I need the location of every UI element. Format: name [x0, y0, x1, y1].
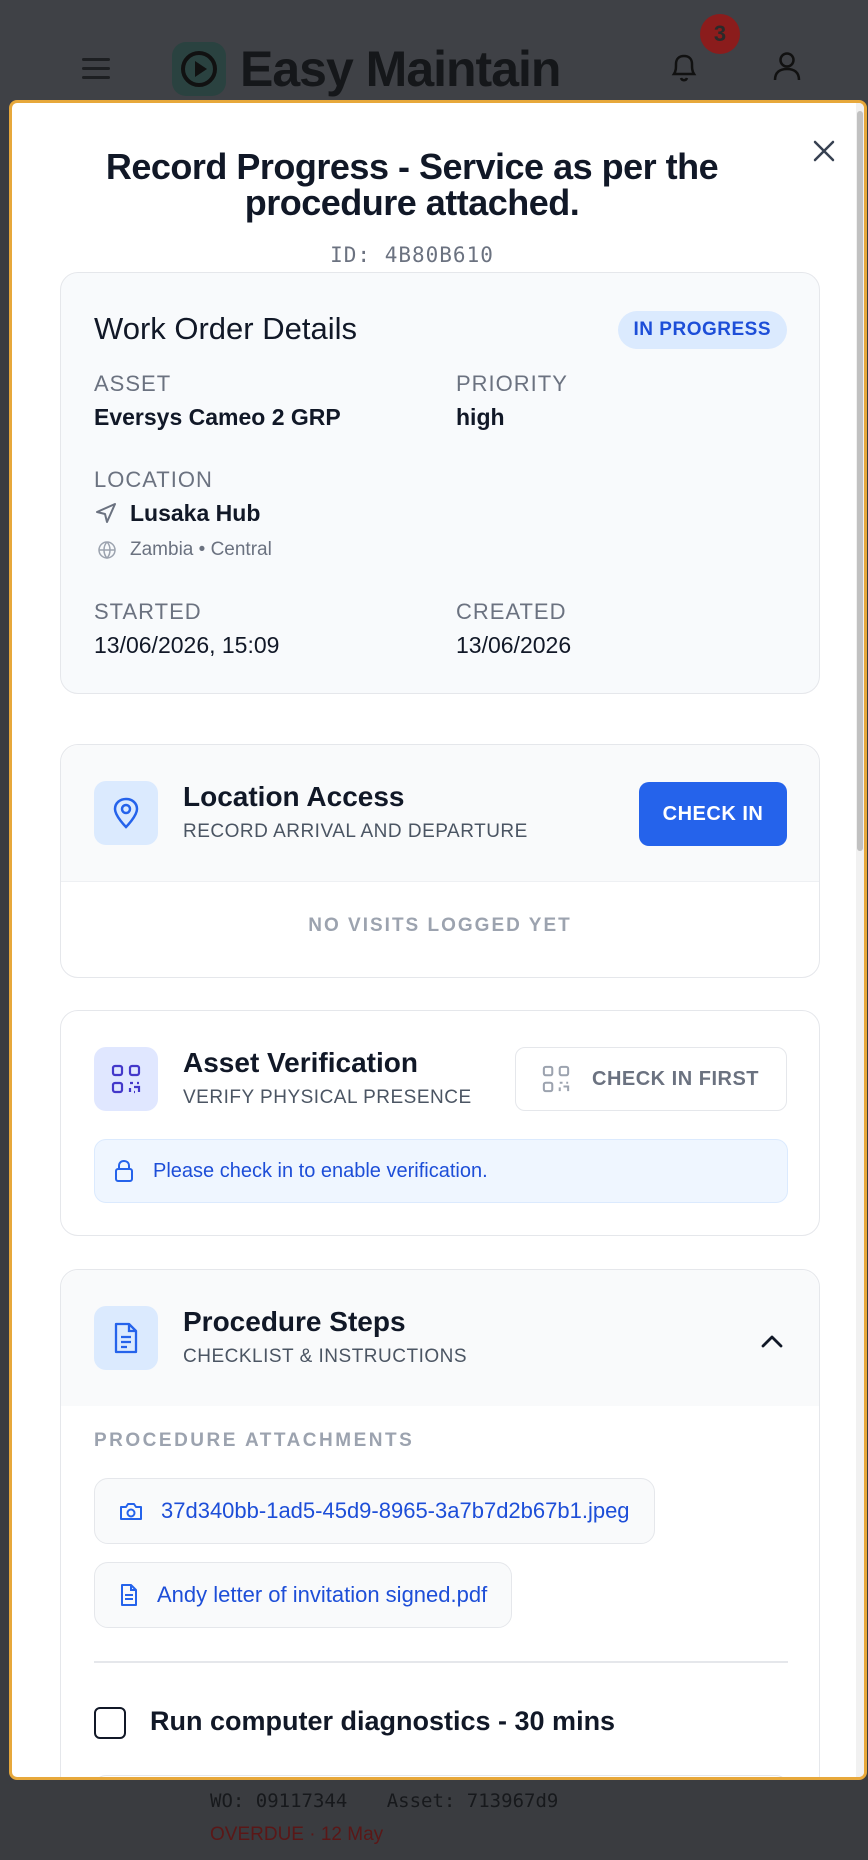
status-badge: IN PROGRESS	[617, 311, 787, 349]
started-value: 13/06/2026, 15:09	[94, 632, 280, 658]
location-access-header: Location Access RECORD ARRIVAL AND DEPAR…	[61, 745, 819, 882]
record-progress-modal: Record Progress - Service as per the pro…	[9, 100, 867, 1780]
lock-icon	[115, 1159, 133, 1182]
asset-value: Eversys Cameo 2 GRP	[94, 404, 341, 430]
work-order-details-card: Work Order Details IN PROGRESS ASSET Eve…	[60, 272, 820, 694]
work-order-id: ID: 4B80B610	[330, 243, 494, 267]
location-label: LOCATION	[94, 467, 213, 492]
app-title: Easy Maintain	[240, 41, 561, 97]
step-checkbox[interactable]	[94, 1707, 126, 1739]
overdue-text: OVERDUE · 12 May	[210, 1824, 384, 1845]
logo-icon	[172, 42, 226, 96]
location-region: Zambia • Central	[130, 539, 272, 560]
attachment-link[interactable]: 37d340bb-1ad5-45d9-8965-3a7b7d2b67b1.jpe…	[94, 1478, 655, 1544]
step-label: Run computer diagnostics - 30 mins	[150, 1706, 616, 1736]
notification-badge[interactable]: 3	[700, 14, 740, 54]
asset-verification-card: Asset Verification VERIFY PHYSICAL PRESE…	[60, 1010, 820, 1236]
check-in-first-label: CHECK IN FIRST	[592, 1067, 759, 1090]
navigation-icon	[94, 501, 118, 530]
modal-title: Record Progress - Service as per the pro…	[105, 146, 719, 223]
menu-icon[interactable]	[82, 58, 110, 85]
attachment-link[interactable]: Andy letter of invitation signed.pdf	[94, 1562, 513, 1628]
check-in-button[interactable]: CHECK IN	[639, 782, 787, 846]
procedure-steps-card: Procedure Steps CHECKLIST & INSTRUCTIONS…	[60, 1269, 820, 1777]
document-icon	[94, 1306, 158, 1370]
user-icon[interactable]	[772, 50, 802, 87]
asset-verification-title: Asset Verification	[183, 1047, 418, 1078]
no-visits-text: NO VISITS LOGGED YET	[308, 915, 572, 936]
priority-value: high	[456, 404, 505, 430]
details-title: Work Order Details	[94, 311, 357, 346]
close-icon	[813, 140, 835, 162]
qr-code-icon	[94, 1047, 158, 1111]
chevron-up-icon[interactable]	[761, 1334, 783, 1353]
attachments-label: PROCEDURE ATTACHMENTS	[94, 1430, 415, 1451]
globe-icon	[97, 540, 117, 565]
asset-label: ASSET	[94, 371, 172, 396]
started-label: STARTED	[94, 599, 202, 624]
location-access-title: Location Access	[183, 781, 405, 812]
document-icon	[121, 1584, 137, 1606]
app-header: Easy Maintain 3	[0, 0, 868, 110]
verification-notice: Please check in to enable verification.	[94, 1139, 788, 1203]
close-button[interactable]	[808, 135, 840, 167]
created-label: CREATED	[456, 599, 567, 624]
attachment-name: Andy letter of invitation signed.pdf	[157, 1582, 488, 1607]
scrollbar-thumb[interactable]	[857, 111, 863, 851]
wo-number: WO: 09117344	[210, 1790, 348, 1812]
created-value: 13/06/2026	[456, 632, 572, 658]
camera-icon	[120, 1503, 142, 1520]
qr-code-icon	[542, 1065, 570, 1093]
procedure-title: Procedure Steps	[183, 1306, 406, 1337]
divider	[94, 1661, 788, 1663]
map-pin-icon	[94, 781, 158, 845]
priority-label: PRIORITY	[456, 371, 568, 396]
verification-notice-text: Please check in to enable verification.	[153, 1159, 488, 1182]
check-in-first-button[interactable]: CHECK IN FIRST	[515, 1047, 787, 1111]
location-access-subtitle: RECORD ARRIVAL AND DEPARTURE	[183, 821, 528, 842]
procedure-subtitle: CHECKLIST & INSTRUCTIONS	[183, 1346, 468, 1367]
procedure-header[interactable]: Procedure Steps CHECKLIST & INSTRUCTIONS	[61, 1270, 819, 1406]
scrollbar[interactable]	[856, 103, 864, 1777]
background-row: WO: 09117344 Asset: 713967d9	[210, 1790, 558, 1812]
asset-number: Asset: 713967d9	[386, 1790, 559, 1812]
location-access-card: Location Access RECORD ARRIVAL AND DEPAR…	[60, 744, 820, 978]
asset-verification-subtitle: VERIFY PHYSICAL PRESENCE	[183, 1087, 472, 1108]
step-notes-input[interactable]	[94, 1775, 788, 1777]
attachment-name: 37d340bb-1ad5-45d9-8965-3a7b7d2b67b1.jpe…	[161, 1498, 630, 1523]
bell-icon[interactable]	[668, 50, 700, 89]
location-name: Lusaka Hub	[130, 500, 261, 526]
